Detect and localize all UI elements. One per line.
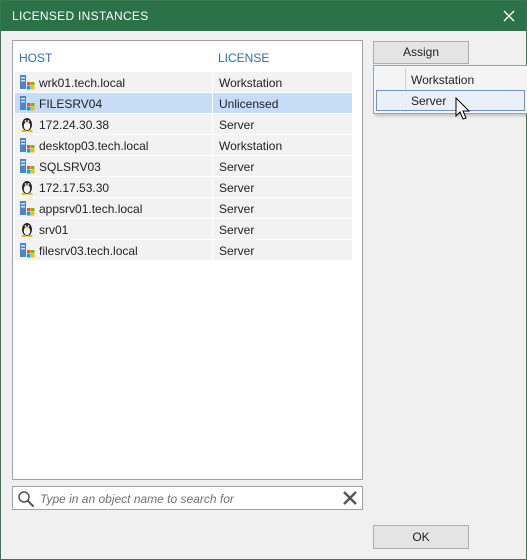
host-name: filesrv03.tech.local — [39, 244, 138, 258]
host-name: 172.24.30.38 — [39, 118, 110, 132]
license-type: Server — [219, 181, 255, 195]
table-row[interactable]: 172.24.30.38 Server — [15, 114, 352, 135]
linux-icon — [19, 116, 35, 132]
menu-item-server[interactable]: Server — [376, 90, 525, 111]
window-title: LICENSED INSTANCES — [12, 9, 149, 23]
windows-server-icon — [19, 74, 35, 90]
host-name: srv01 — [39, 223, 69, 237]
table-row[interactable]: wrk01.tech.local Workstation — [15, 72, 352, 93]
menu-item-workstation[interactable]: Workstation — [376, 69, 525, 90]
license-type: Workstation — [219, 139, 283, 153]
column-header-license[interactable]: LICENSE — [218, 51, 269, 65]
ok-button[interactable]: OK — [373, 525, 469, 549]
host-name: appsrv01.tech.local — [39, 202, 143, 216]
windows-server-icon — [19, 200, 35, 216]
host-name: SQLSRV03 — [39, 160, 101, 174]
table-row[interactable]: desktop03.tech.local Workstation — [15, 135, 352, 156]
windows-server-icon — [19, 242, 35, 258]
license-type: Server — [219, 244, 255, 258]
licensed-instances-dialog: LICENSED INSTANCES HOST LICENSE wrk01.te… — [0, 0, 527, 560]
host-name: FILESRV04 — [39, 97, 103, 111]
title-bar: LICENSED INSTANCES — [1, 1, 526, 31]
host-name: desktop03.tech.local — [39, 139, 149, 153]
license-type: Server — [219, 202, 255, 216]
windows-server-icon — [19, 158, 35, 174]
linux-icon — [19, 221, 35, 237]
license-type: Workstation — [219, 76, 283, 90]
assign-button[interactable]: Assign — [373, 41, 469, 64]
list-rows: wrk01.tech.local Workstation FILESRV04 U… — [15, 72, 352, 261]
search-box[interactable]: Type in an object name to search for — [12, 486, 363, 510]
windows-server-icon — [19, 95, 35, 111]
table-row[interactable]: FILESRV04 Unlicensed — [15, 93, 352, 114]
windows-server-icon — [19, 137, 35, 153]
table-row[interactable]: srv01 Server — [15, 219, 352, 240]
table-row[interactable]: 172.17.53.30 Server — [15, 177, 352, 198]
column-header-host[interactable]: HOST — [19, 51, 52, 65]
license-type: Server — [219, 160, 255, 174]
host-name: 172.17.53.30 — [39, 181, 110, 195]
assign-dropdown-menu: Workstation Server — [373, 65, 527, 114]
instances-list[interactable]: HOST LICENSE wrk01.tech.local Workstatio… — [12, 40, 363, 480]
host-name: wrk01.tech.local — [39, 76, 126, 90]
license-type: Server — [219, 118, 255, 132]
search-icon — [17, 490, 35, 508]
clear-search-icon[interactable] — [341, 489, 359, 507]
table-row[interactable]: appsrv01.tech.local Server — [15, 198, 352, 219]
license-type: Server — [219, 223, 255, 237]
close-icon[interactable] — [498, 5, 520, 27]
license-type: Unlicensed — [219, 97, 279, 111]
table-row[interactable]: SQLSRV03 Server — [15, 156, 352, 177]
search-input[interactable]: Type in an object name to search for — [40, 492, 234, 506]
table-row[interactable]: filesrv03.tech.local Server — [15, 240, 352, 261]
linux-icon — [19, 179, 35, 195]
list-header: HOST LICENSE — [13, 41, 362, 71]
